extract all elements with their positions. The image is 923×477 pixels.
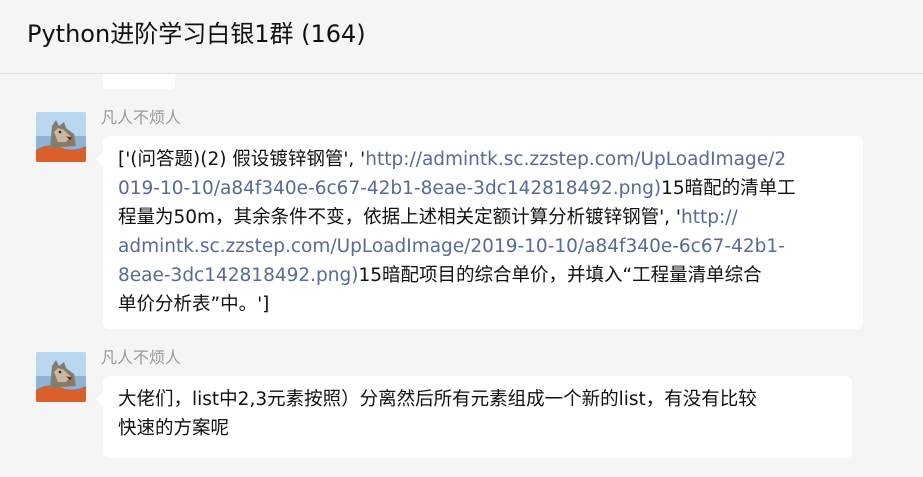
message-text-line: 8eae-3dc142818492.png)15暗配项目的综合单价，并填入“工程…	[118, 261, 847, 290]
message-item: 凡人不烦人 ['(问答题)(2) 假设镀锌钢管', 'http://admint…	[0, 108, 923, 332]
message-link[interactable]: http://admintk.sc.zzstep.com/UpLoadImage…	[365, 149, 786, 170]
chat-header: Python进阶学习白银1群 (164)	[0, 0, 923, 74]
wolf-avatar-icon[interactable]	[36, 112, 86, 162]
chat-title[interactable]: Python进阶学习白银1群 (164)	[27, 14, 366, 49]
message-item: 凡人不烦人 大佬们，list中2,3元素按照）分离然后所有元素组成一个新的lis…	[0, 348, 923, 462]
message-bubble[interactable]: ['(问答题)(2) 假设镀锌钢管', 'http://admintk.sc.z…	[96, 136, 863, 329]
message-text: 快速的方案呢	[118, 418, 230, 439]
message-text: 15暗配的清单工	[661, 178, 796, 199]
message-link[interactable]: http://	[681, 207, 738, 228]
message-text-line: 单价分析表”中。']	[118, 290, 847, 319]
message-text: 大佬们，list中2,3元素按照）分离然后所有元素组成一个新的list，有没有比…	[118, 389, 757, 410]
message-text: ['(问答题)(2) 假设镀锌钢管', '	[118, 149, 366, 170]
sender-name: 凡人不烦人	[101, 108, 182, 127]
previous-message-bubble[interactable]	[103, 74, 175, 89]
message-bubble[interactable]: 大佬们，list中2,3元素按照）分离然后所有元素组成一个新的list，有没有比…	[96, 376, 852, 458]
message-text: 单价分析表”中。']	[118, 294, 270, 315]
message-text-line: admintk.sc.zzstep.com/UpLoadImage/2019-1…	[118, 232, 847, 261]
message-text: 15暗配项目的综合单价，并填入“工程量清单综合	[358, 265, 762, 286]
message-text: 程量为50m，其余条件不变，依据上述相关定额计算分析镀锌钢管', '	[118, 207, 681, 228]
wolf-avatar-icon[interactable]	[36, 352, 86, 402]
message-text-line: ['(问答题)(2) 假设镀锌钢管', 'http://admintk.sc.z…	[118, 145, 847, 174]
message-text-line: 快速的方案呢	[118, 414, 836, 443]
message-link[interactable]: 019-10-10/a84f340e-6c67-42b1-8eae-3dc142…	[118, 178, 661, 199]
message-text-line: 程量为50m，其余条件不变，依据上述相关定额计算分析镀锌钢管', 'http:/…	[118, 203, 847, 232]
message-link[interactable]: admintk.sc.zzstep.com/UpLoadImage/2019-1…	[118, 236, 785, 257]
message-link[interactable]: 8eae-3dc142818492.png)	[118, 265, 358, 286]
sender-name: 凡人不烦人	[101, 348, 182, 367]
message-text-line: 019-10-10/a84f340e-6c67-42b1-8eae-3dc142…	[118, 174, 847, 203]
message-text-line: 大佬们，list中2,3元素按照）分离然后所有元素组成一个新的list，有没有比…	[118, 385, 836, 414]
